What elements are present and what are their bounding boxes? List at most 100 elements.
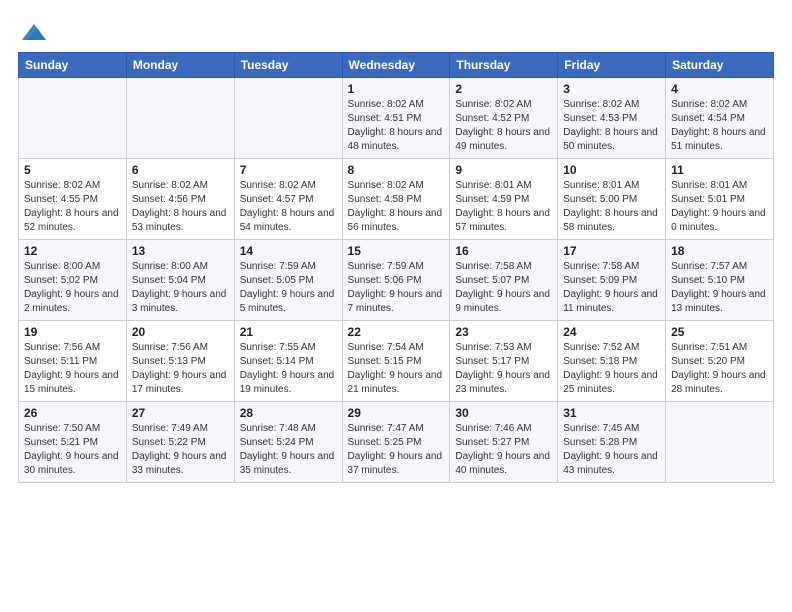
calendar-cell: 12Sunrise: 8:00 AMSunset: 5:02 PMDayligh… (19, 240, 127, 321)
cell-sunset: Sunset: 5:01 PM (671, 194, 745, 205)
cell-day-number: 16 (455, 244, 552, 258)
cell-sunset: Sunset: 5:04 PM (132, 275, 206, 286)
cell-sunrise: Sunrise: 8:02 AM (24, 180, 100, 191)
cell-info: Sunrise: 7:46 AMSunset: 5:27 PMDaylight:… (455, 422, 552, 478)
cell-info: Sunrise: 7:49 AMSunset: 5:22 PMDaylight:… (132, 422, 229, 478)
cell-day-number: 7 (240, 163, 337, 177)
cell-info: Sunrise: 8:02 AMSunset: 4:55 PMDaylight:… (24, 179, 121, 235)
cell-day-number: 9 (455, 163, 552, 177)
calendar-week-row: 12Sunrise: 8:00 AMSunset: 5:02 PMDayligh… (19, 240, 774, 321)
cell-daylight: Daylight: 8 hours and 50 minutes. (563, 127, 658, 152)
cell-daylight: Daylight: 9 hours and 23 minutes. (455, 370, 550, 395)
cell-day-number: 14 (240, 244, 337, 258)
cell-sunset: Sunset: 5:14 PM (240, 356, 314, 367)
calendar-week-row: 26Sunrise: 7:50 AMSunset: 5:21 PMDayligh… (19, 402, 774, 483)
cell-sunset: Sunset: 5:28 PM (563, 437, 637, 448)
cell-info: Sunrise: 8:02 AMSunset: 4:54 PMDaylight:… (671, 98, 768, 154)
cell-daylight: Daylight: 9 hours and 40 minutes. (455, 451, 550, 476)
cell-info: Sunrise: 7:45 AMSunset: 5:28 PMDaylight:… (563, 422, 660, 478)
cell-day-number: 24 (563, 325, 660, 339)
page: SundayMondayTuesdayWednesdayThursdayFrid… (0, 0, 792, 612)
weekday-header-saturday: Saturday (666, 53, 774, 78)
cell-daylight: Daylight: 8 hours and 52 minutes. (24, 208, 119, 233)
cell-day-number: 3 (563, 82, 660, 96)
cell-daylight: Daylight: 9 hours and 19 minutes. (240, 370, 335, 395)
calendar-cell: 9 Sunrise: 8:01 AMSunset: 4:59 PMDaylight… (450, 159, 558, 240)
cell-sunset: Sunset: 5:15 PM (348, 356, 422, 367)
cell-sunrise: Sunrise: 7:53 AM (455, 342, 531, 353)
cell-day-number: 2 (455, 82, 552, 96)
cell-daylight: Daylight: 8 hours and 51 minutes. (671, 127, 766, 152)
calendar-cell: 26Sunrise: 7:50 AMSunset: 5:21 PMDayligh… (19, 402, 127, 483)
cell-day-number: 29 (348, 406, 445, 420)
cell-sunset: Sunset: 5:06 PM (348, 275, 422, 286)
calendar-cell (126, 78, 234, 159)
calendar-week-row: 19Sunrise: 7:56 AMSunset: 5:11 PMDayligh… (19, 321, 774, 402)
cell-daylight: Daylight: 9 hours and 2 minutes. (24, 289, 119, 314)
cell-sunrise: Sunrise: 8:02 AM (240, 180, 316, 191)
cell-sunset: Sunset: 4:54 PM (671, 113, 745, 124)
calendar-cell: 24Sunrise: 7:52 AMSunset: 5:18 PMDayligh… (558, 321, 666, 402)
cell-sunset: Sunset: 5:21 PM (24, 437, 98, 448)
cell-sunrise: Sunrise: 8:02 AM (132, 180, 208, 191)
cell-day-number: 12 (24, 244, 121, 258)
cell-day-number: 25 (671, 325, 768, 339)
calendar-cell: 23Sunrise: 7:53 AMSunset: 5:17 PMDayligh… (450, 321, 558, 402)
cell-daylight: Daylight: 9 hours and 30 minutes. (24, 451, 119, 476)
cell-day-number: 28 (240, 406, 337, 420)
cell-sunrise: Sunrise: 7:55 AM (240, 342, 316, 353)
cell-sunset: Sunset: 4:52 PM (455, 113, 529, 124)
calendar-cell: 31Sunrise: 7:45 AMSunset: 5:28 PMDayligh… (558, 402, 666, 483)
cell-info: Sunrise: 8:02 AMSunset: 4:57 PMDaylight:… (240, 179, 337, 235)
calendar-cell: 20Sunrise: 7:56 AMSunset: 5:13 PMDayligh… (126, 321, 234, 402)
cell-sunrise: Sunrise: 7:57 AM (671, 261, 747, 272)
calendar-cell: 30 Sunrise: 7:46 AMSunset: 5:27 PMDayligh… (450, 402, 558, 483)
cell-day-number: 27 (132, 406, 229, 420)
cell-info: Sunrise: 7:56 AMSunset: 5:11 PMDaylight:… (24, 341, 121, 397)
cell-info: Sunrise: 7:57 AMSunset: 5:10 PMDaylight:… (671, 260, 768, 316)
header (18, 18, 774, 42)
cell-sunrise: Sunrise: 8:00 AM (132, 261, 208, 272)
cell-sunrise: Sunrise: 7:56 AM (132, 342, 208, 353)
weekday-header-wednesday: Wednesday (342, 53, 450, 78)
calendar-cell: 5Sunrise: 8:02 AMSunset: 4:55 PMDaylight… (19, 159, 127, 240)
logo-icon (20, 18, 48, 46)
cell-daylight: Daylight: 8 hours and 49 minutes. (455, 127, 550, 152)
cell-info: Sunrise: 8:02 AM Sunset: 4:52 PM Daylight:… (455, 98, 552, 154)
cell-info: Sunrise: 8:01 AMSunset: 4:59 PMDaylight:… (455, 179, 552, 235)
cell-sunset: Sunset: 4:51 PM (348, 113, 422, 124)
cell-daylight: Daylight: 9 hours and 35 minutes. (240, 451, 335, 476)
calendar-cell: 29Sunrise: 7:47 AMSunset: 5:25 PMDayligh… (342, 402, 450, 483)
cell-info: Sunrise: 8:02 AMSunset: 4:51 PMDaylight:… (348, 98, 445, 154)
cell-sunset: Sunset: 5:24 PM (240, 437, 314, 448)
calendar-cell: 7 Sunrise: 8:02 AMSunset: 4:57 PMDaylight… (234, 159, 342, 240)
cell-day-number: 15 (348, 244, 445, 258)
calendar-cell: 18Sunrise: 7:57 AMSunset: 5:10 PMDayligh… (666, 240, 774, 321)
cell-day-number: 11 (671, 163, 768, 177)
calendar-week-row: 5Sunrise: 8:02 AMSunset: 4:55 PMDaylight… (19, 159, 774, 240)
cell-daylight: Daylight: 9 hours and 0 minutes. (671, 208, 766, 233)
cell-info: Sunrise: 7:54 AMSunset: 5:15 PMDaylight:… (348, 341, 445, 397)
cell-day-number: 17 (563, 244, 660, 258)
calendar-cell: 11Sunrise: 8:01 AMSunset: 5:01 PMDayligh… (666, 159, 774, 240)
cell-sunset: Sunset: 4:53 PM (563, 113, 637, 124)
calendar-cell: 19Sunrise: 7:56 AMSunset: 5:11 PMDayligh… (19, 321, 127, 402)
cell-day-number: 30 (455, 406, 552, 420)
cell-sunrise: Sunrise: 8:01 AM (455, 180, 531, 191)
calendar-cell (19, 78, 127, 159)
cell-sunrise: Sunrise: 8:02 AM (455, 99, 531, 110)
calendar-cell: 13Sunrise: 8:00 AMSunset: 5:04 PMDayligh… (126, 240, 234, 321)
calendar-cell: 10Sunrise: 8:01 AMSunset: 5:00 PMDayligh… (558, 159, 666, 240)
calendar-cell: 2 Sunrise: 8:02 AM Sunset: 4:52 PM Daylight… (450, 78, 558, 159)
calendar-cell: 25Sunrise: 7:51 AMSunset: 5:20 PMDayligh… (666, 321, 774, 402)
cell-sunrise: Sunrise: 7:51 AM (671, 342, 747, 353)
weekday-header-monday: Monday (126, 53, 234, 78)
cell-daylight: Daylight: 8 hours and 54 minutes. (240, 208, 335, 233)
cell-sunrise: Sunrise: 8:02 AM (348, 99, 424, 110)
cell-info: Sunrise: 8:02 AMSunset: 4:56 PMDaylight:… (132, 179, 229, 235)
cell-info: Sunrise: 7:55 AM Sunset: 5:14 PM Daylight:… (240, 341, 337, 397)
cell-daylight: Daylight: 8 hours and 53 minutes. (132, 208, 227, 233)
cell-daylight: Daylight: 9 hours and 15 minutes. (24, 370, 119, 395)
cell-sunrise: Sunrise: 8:00 AM (24, 261, 100, 272)
cell-sunset: Sunset: 5:00 PM (563, 194, 637, 205)
